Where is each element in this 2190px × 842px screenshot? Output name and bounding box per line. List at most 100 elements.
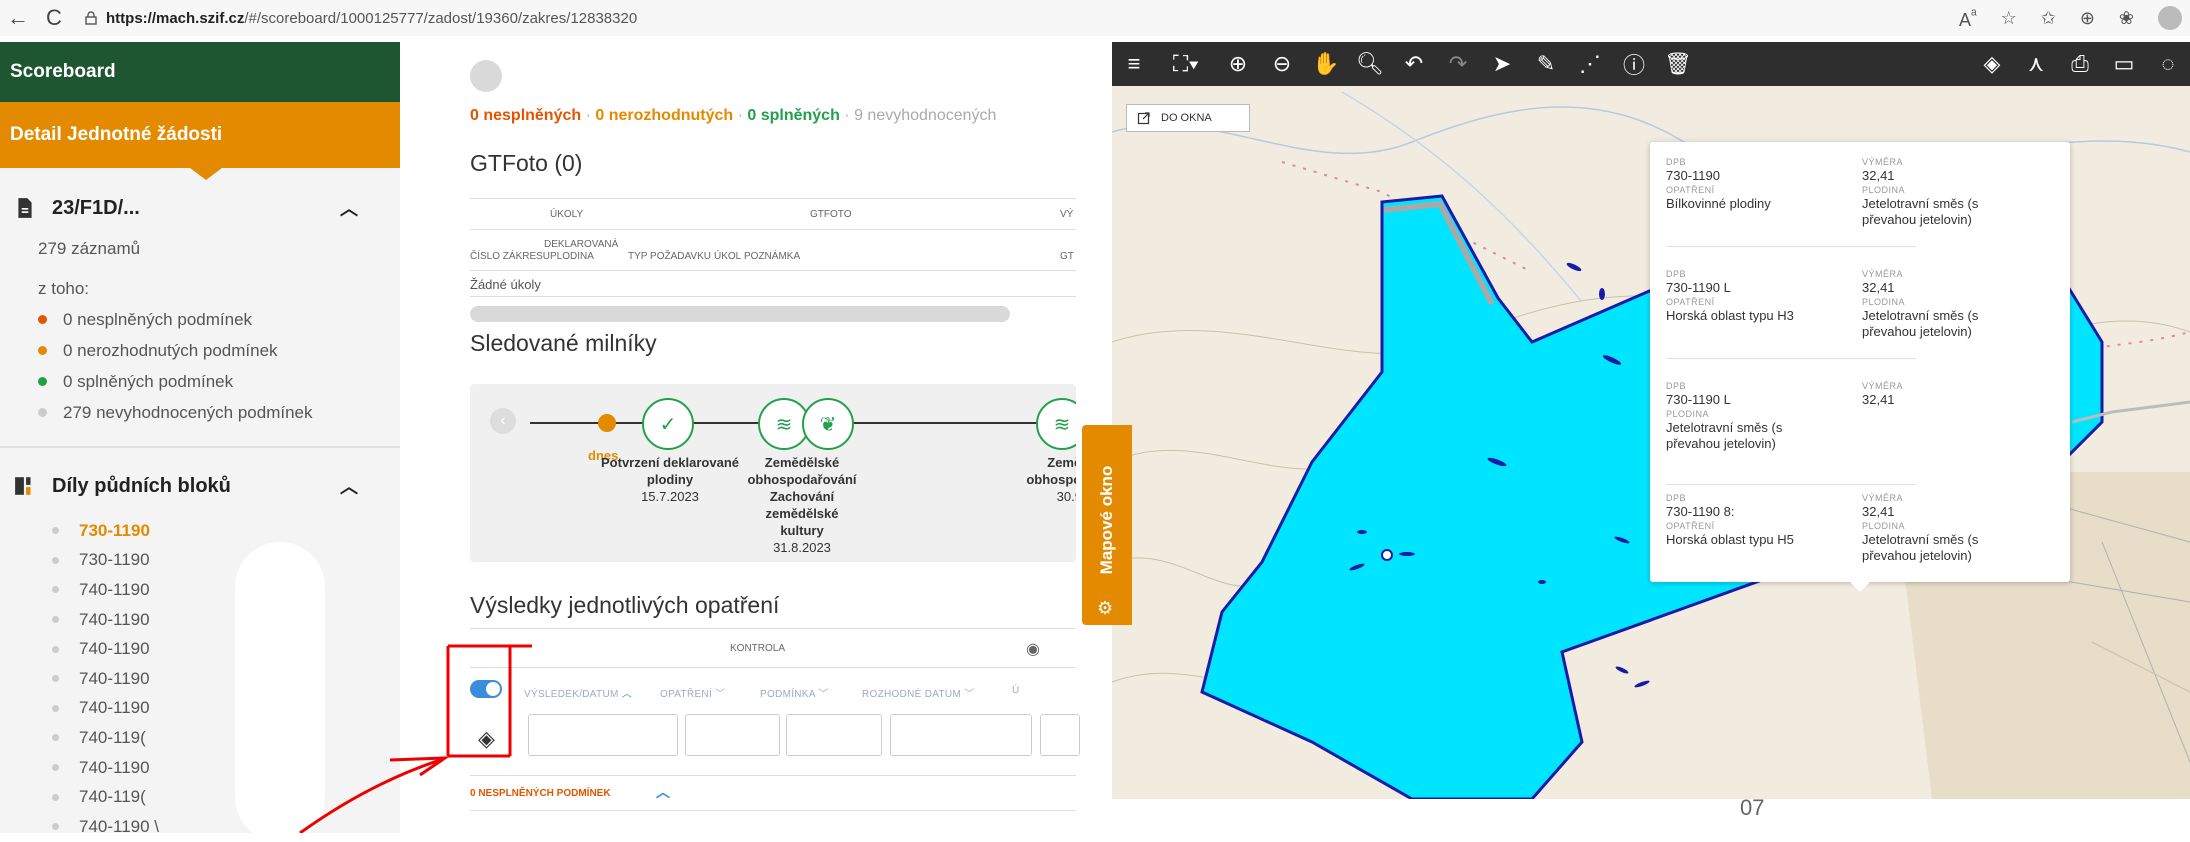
extensions-icon[interactable]: ❀: [2119, 8, 2134, 29]
status-dot: [38, 346, 47, 355]
url-path: /#/scoreboard/1000125777/zadost/19360/za…: [244, 9, 638, 27]
settings-icon[interactable]: ◌: [2146, 42, 2190, 86]
block-item[interactable]: 730-1190: [52, 516, 386, 546]
bullet: [52, 793, 59, 801]
back-button[interactable]: ←: [0, 0, 36, 36]
delete-icon[interactable]: 🗑︎: [1656, 42, 1700, 86]
undo-icon[interactable]: ↶: [1392, 42, 1436, 86]
field-icon[interactable]: ≋: [1036, 398, 1076, 450]
filter-input-podminka[interactable]: [786, 714, 882, 756]
url-host: https://mach.szif.cz: [106, 9, 245, 27]
redo-icon[interactable]: ↷: [1436, 42, 1480, 86]
do-okna-button[interactable]: DO OKNA: [1126, 104, 1250, 132]
results-table-header: KONTROLA ◉: [470, 628, 1076, 668]
block-item[interactable]: 740-119(: [52, 782, 386, 812]
block-item[interactable]: 740-1190: [52, 605, 386, 635]
divider: [1666, 246, 1916, 247]
menu-icon[interactable]: ≡: [1112, 42, 1156, 86]
star-icon[interactable]: ☆: [2001, 8, 2017, 29]
results-toggle[interactable]: [470, 680, 502, 698]
block-item[interactable]: 740-1190: [52, 753, 386, 783]
unmet-conditions-row[interactable]: 0 NESPLNĚNÝCH PODMÍNEK ︿: [470, 775, 1076, 811]
sprout-icon[interactable]: ❦: [802, 398, 854, 450]
reload-button[interactable]: C: [36, 0, 72, 36]
layers-icon[interactable]: ◈: [1970, 42, 2014, 86]
divider: [1666, 484, 1916, 485]
measure-icon[interactable]: ⋰: [1568, 42, 1612, 86]
address-bar[interactable]: https://mach.szif.cz/#/scoreboard/100012…: [84, 10, 637, 27]
col-u[interactable]: Ú: [1012, 685, 1020, 696]
block-item[interactable]: 740-1190: [52, 575, 386, 605]
col-opatreni[interactable]: OPATŘENÍ ﹀: [660, 685, 725, 700]
zoom-in-icon[interactable]: ⊕: [1216, 42, 1260, 86]
block-item[interactable]: 740-1190: [52, 664, 386, 694]
chevron-up-icon[interactable]: ︿: [656, 782, 670, 802]
status-circle: [470, 60, 502, 92]
filter-input-u[interactable]: [1040, 714, 1080, 756]
chevron-up-icon[interactable]: ︿: [340, 473, 358, 499]
filter-input-opatreni[interactable]: [685, 714, 780, 756]
bullet: [52, 704, 59, 712]
ruler-icon[interactable]: ▭: [2102, 42, 2146, 86]
print-icon[interactable]: ⎙: [2058, 42, 2102, 86]
pan-icon[interactable]: ✋: [1304, 42, 1348, 86]
zoom-box-icon[interactable]: 🔍︎: [1348, 42, 1392, 86]
gtfoto-title: GTFoto (0): [470, 150, 583, 176]
lock-icon: [85, 11, 97, 25]
status-nevyhodnocenych[interactable]: 279 nevyhodnocených podmínek: [38, 397, 386, 428]
block-item[interactable]: 740-1190: [52, 634, 386, 664]
col-rozhodne-datum[interactable]: ROZHODNÉ DATUM ﹀: [862, 685, 974, 700]
detail-link[interactable]: Detail Jednotné žádosti: [0, 102, 400, 180]
block-item[interactable]: 740-1190: [52, 694, 386, 724]
collections-icon[interactable]: ⊕: [2080, 8, 2095, 29]
status-splnenych[interactable]: 0 splněných podmínek: [38, 366, 386, 397]
gt-table-subheader: ČÍSLO ZÁKRESU DEKLAROVANÁ PLODINA TYP PO…: [470, 231, 1076, 271]
block-item[interactable]: 740-119(: [52, 723, 386, 753]
map-pin-icon: ⚙: [1097, 598, 1114, 618]
layers-icon[interactable]: ◈: [478, 726, 495, 752]
milestone-label: Potvrzení deklarované plodiny 15.7.2023: [601, 455, 739, 504]
bullet: [52, 645, 59, 653]
request-header[interactable]: 23/F1D/... ︿: [14, 188, 386, 228]
filter-input-vysledek[interactable]: [528, 714, 678, 756]
map-label: 07: [1740, 795, 1765, 820]
horizontal-scrollbar[interactable]: [470, 306, 1010, 322]
fullscreen-icon[interactable]: ⛶▾: [1156, 42, 1216, 86]
bullet: [52, 675, 59, 683]
bullet: [52, 527, 59, 535]
document-icon: [18, 198, 32, 218]
divider: [470, 296, 1076, 297]
blocks-header[interactable]: Díly půdních bloků ︿: [14, 466, 386, 506]
divider: [1666, 358, 1916, 359]
gt-empty-message: Žádné úkoly: [470, 277, 541, 292]
col-vysledek[interactable]: VÝSLEDEK/DATUM ︿: [524, 685, 632, 700]
redaction-blob: [235, 542, 325, 842]
map-toolbar: ≡ ⛶▾ ⊕ ⊖ ✋ 🔍︎ ↶ ↷ ➤ ✎ ⋰ ⓘ 🗑︎ ◈ ⋏ ⎙ ▭ ◌: [1112, 42, 2190, 86]
reader-icon[interactable]: Aᵃ: [1959, 6, 1977, 31]
status-dot: [38, 315, 47, 324]
status-nerozhodnutych[interactable]: 0 nerozhodnutých podmínek: [38, 335, 386, 366]
blocks-title: Díly půdních bloků: [52, 474, 231, 497]
timeline-prev-button[interactable]: ‹: [490, 408, 516, 434]
block-item[interactable]: 740-1190 \: [52, 812, 386, 842]
eye-icon[interactable]: ◉: [1026, 639, 1040, 659]
chevron-up-icon[interactable]: ︿: [340, 195, 358, 221]
filter-input-datum[interactable]: [890, 714, 1032, 756]
info-icon[interactable]: ⓘ: [1612, 42, 1656, 86]
scoreboard-link[interactable]: Scoreboard: [0, 42, 400, 114]
favorites-icon[interactable]: ✩: [2041, 8, 2056, 29]
col-podminka[interactable]: PODMÍNKA ﹀: [760, 685, 829, 700]
select-icon[interactable]: ➤: [1480, 42, 1524, 86]
person-icon[interactable]: ⋏: [2014, 42, 2058, 86]
zoom-out-icon[interactable]: ⊖: [1260, 42, 1304, 86]
gt-table-header: ÚKOLY GTFOTO VÝ: [470, 198, 1076, 230]
profile-avatar[interactable]: [2158, 6, 2182, 30]
status-nesplnenych[interactable]: 0 nesplněných podmínek: [38, 304, 386, 335]
milestones-timeline: ‹ dnes ✓ Potvrzení deklarované plodiny 1…: [470, 384, 1076, 562]
bullet: [52, 556, 59, 564]
check-circle-icon[interactable]: ✓: [642, 398, 694, 450]
block-item[interactable]: 730-1190: [52, 546, 386, 576]
milestone-label: Zemědělské obhospodařování Zachování zem…: [747, 455, 857, 555]
draw-icon[interactable]: ✎: [1524, 42, 1568, 86]
map-window-label: Mapové okno: [1097, 465, 1116, 575]
